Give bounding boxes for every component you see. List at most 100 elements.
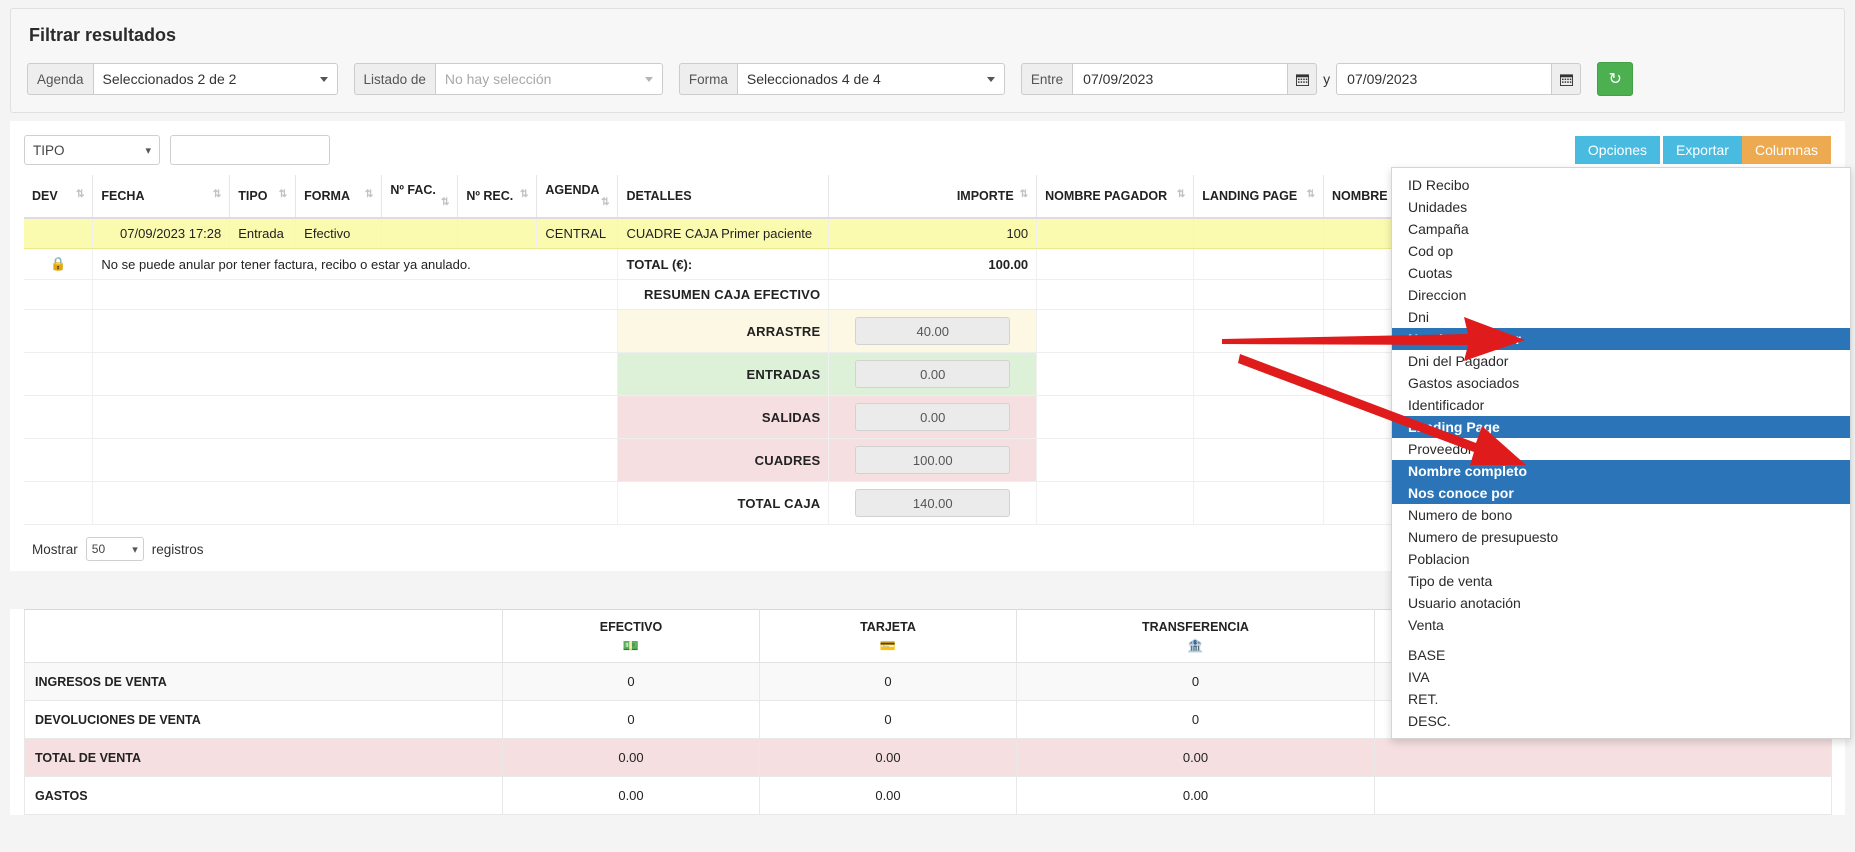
- col-header-nombre-pagador[interactable]: NOMBRE PAGADOR⇅: [1037, 175, 1194, 218]
- agenda-filter-group: Agenda Seleccionados 2 de 2: [27, 63, 338, 95]
- spacer-cell: [93, 280, 618, 310]
- column-option-cuotas[interactable]: Cuotas: [1392, 262, 1850, 284]
- column-option-iva[interactable]: IVA: [1392, 666, 1850, 688]
- total-caja-input[interactable]: 140.00: [855, 489, 1010, 517]
- column-option-gastos-asociados[interactable]: Gastos asociados: [1392, 372, 1850, 394]
- date-range-group: Entre 07/09/2023: [1021, 63, 1581, 95]
- entradas-input[interactable]: 0.00: [855, 360, 1010, 388]
- columnas-button[interactable]: Columnas: [1742, 136, 1831, 164]
- col-header-landing-page[interactable]: LANDING PAGE⇅: [1194, 175, 1324, 218]
- total-value: 100.00: [829, 249, 1037, 280]
- resumen-caja-title: RESUMEN CAJA EFECTIVO: [618, 280, 829, 310]
- app-root: Filtrar resultados Agenda Seleccionados …: [0, 0, 1855, 852]
- column-option-usuario-anotacion[interactable]: Usuario anotación: [1392, 592, 1850, 614]
- spacer-cell: [1037, 482, 1194, 525]
- spacer-cell: [829, 280, 1037, 310]
- summary-col-transferencia: TRANSFERENCIA 🏦: [1017, 610, 1375, 663]
- spacer-cell: [1037, 249, 1194, 280]
- tipo-filter-value: TIPO: [33, 143, 65, 158]
- summary-label-cuadres: CUADRES: [618, 439, 829, 482]
- col-header-importe[interactable]: IMPORTE⇅: [829, 175, 1037, 218]
- col-header-dev[interactable]: DEV⇅: [24, 175, 93, 218]
- column-option-dni-del-pagador[interactable]: Dni del Pagador: [1392, 350, 1850, 372]
- column-option-cod-op[interactable]: Cod op: [1392, 240, 1850, 262]
- cell-importe: 100: [829, 218, 1037, 249]
- col-header-fecha[interactable]: FECHA⇅: [93, 175, 230, 218]
- column-option-direccion[interactable]: Direccion: [1392, 284, 1850, 306]
- summary-value-cell-cuadres: 100.00: [829, 439, 1037, 482]
- column-option-dni[interactable]: Dni: [1392, 306, 1850, 328]
- page-size-value: 50: [92, 542, 105, 556]
- spacer-cell: [1194, 249, 1324, 280]
- forma-select[interactable]: Seleccionados 4 de 4: [737, 63, 1005, 95]
- column-option-tipo-de-venta[interactable]: Tipo de venta: [1392, 570, 1850, 592]
- column-option-nombre-pagador[interactable]: Nombre Pagador: [1392, 328, 1850, 350]
- spacer-cell: [93, 310, 618, 353]
- tipo-filter-select[interactable]: TIPO ▾: [24, 135, 160, 165]
- search-input[interactable]: [170, 135, 330, 165]
- col-header-detalles[interactable]: DETALLES: [618, 175, 829, 218]
- page-size-select[interactable]: 50 ▾: [86, 537, 144, 561]
- exportar-button[interactable]: Exportar: [1663, 136, 1742, 164]
- column-option-campana[interactable]: Campaña: [1392, 218, 1850, 240]
- cell-tarjeta: 0: [760, 663, 1017, 701]
- date-from-input[interactable]: 07/09/2023: [1072, 63, 1287, 95]
- refresh-button[interactable]: ↻: [1597, 62, 1633, 96]
- sort-icon: ⇅: [601, 197, 609, 209]
- col-header-n-fac[interactable]: Nº FAC.⇅: [382, 175, 458, 218]
- listado-select[interactable]: No hay selección: [435, 63, 663, 95]
- column-option-venta[interactable]: Venta: [1392, 614, 1850, 636]
- spacer-cell: [24, 482, 93, 525]
- listado-select-value: No hay selección: [445, 71, 552, 87]
- date-range-separator: y: [1317, 63, 1336, 95]
- calendar-icon[interactable]: [1551, 63, 1581, 95]
- column-option-unidades[interactable]: Unidades: [1392, 196, 1850, 218]
- calendar-icon[interactable]: [1287, 63, 1317, 95]
- col-header-tipo[interactable]: TIPO⇅: [230, 175, 296, 218]
- chevron-down-icon: ▾: [132, 543, 138, 556]
- cell-dev: [24, 218, 93, 249]
- cuadres-input[interactable]: 100.00: [855, 446, 1010, 474]
- cell-tarjeta: 0: [760, 701, 1017, 739]
- table-search-group: TIPO ▾: [24, 135, 330, 165]
- col-header-n-rec[interactable]: Nº REC.⇅: [458, 175, 537, 218]
- cell-nombre-pagador: [1037, 218, 1194, 249]
- column-option-desc[interactable]: DESC.: [1392, 710, 1850, 732]
- column-option-landing-page[interactable]: Landing Page: [1392, 416, 1850, 438]
- row-label-ingresos-de-venta: INGRESOS DE VENTA: [25, 663, 503, 701]
- cell-agenda: CENTRAL: [537, 218, 618, 249]
- column-option-numero-de-presupuesto[interactable]: Numero de presupuesto: [1392, 526, 1850, 548]
- cell-fecha: 07/09/2023 17:28: [93, 218, 230, 249]
- summary-value-cell-arrastre: 40.00: [829, 310, 1037, 353]
- spacer-cell: [1037, 280, 1194, 310]
- arrastre-input[interactable]: 40.00: [855, 317, 1010, 345]
- column-option-identificador[interactable]: Identificador: [1392, 394, 1850, 416]
- cell-n-rec: [458, 218, 537, 249]
- table-action-buttons: Opciones Exportar Columnas: [1575, 136, 1831, 164]
- entre-label: Entre: [1021, 63, 1072, 95]
- columnas-dropdown-menu[interactable]: ID Recibo Unidades Campaña Cod op Cuotas…: [1391, 167, 1851, 739]
- column-option-nombre-completo[interactable]: Nombre completo: [1392, 460, 1850, 482]
- summary-label-arrastre: ARRASTRE: [618, 310, 829, 353]
- column-option-numero-de-bono[interactable]: Numero de bono: [1392, 504, 1850, 526]
- column-option-base[interactable]: BASE: [1392, 644, 1850, 666]
- col-header-agenda[interactable]: AGENDA⇅: [537, 175, 618, 218]
- sort-icon: ⇅: [441, 197, 449, 209]
- salidas-input[interactable]: 0.00: [855, 403, 1010, 431]
- spacer-cell: [93, 482, 618, 525]
- date-to-input[interactable]: 07/09/2023: [1336, 63, 1551, 95]
- column-option-nos-conoce-por[interactable]: Nos conoce por: [1392, 482, 1850, 504]
- column-option-ret[interactable]: RET.: [1392, 688, 1850, 710]
- cell-efectivo: 0: [503, 701, 760, 739]
- column-option-poblacion[interactable]: Poblacion: [1392, 548, 1850, 570]
- column-option-id-recibo[interactable]: ID Recibo: [1392, 174, 1850, 196]
- refresh-icon: ↻: [1608, 69, 1621, 89]
- agenda-select[interactable]: Seleccionados 2 de 2: [93, 63, 338, 95]
- opciones-button[interactable]: Opciones: [1575, 136, 1660, 164]
- summary-label-total-caja: TOTAL CAJA: [618, 482, 829, 525]
- sort-icon: ⇅: [365, 189, 373, 201]
- column-option-proveedor[interactable]: Proveedor: [1392, 438, 1850, 460]
- dropdown-separator: [1392, 636, 1850, 644]
- col-header-forma[interactable]: FORMA⇅: [296, 175, 382, 218]
- table-row: TOTAL DE VENTA 0.00 0.00 0.00: [25, 739, 1832, 777]
